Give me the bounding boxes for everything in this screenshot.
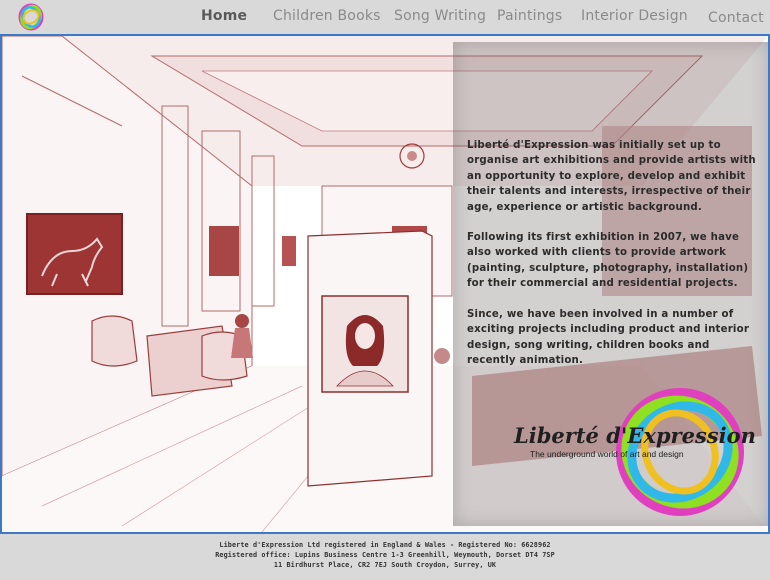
brand-name: Liberté d'Expression bbox=[514, 423, 756, 448]
nav-home[interactable]: Home bbox=[201, 8, 247, 24]
intro-paragraph-1: Liberté d'Expression was initially set u… bbox=[467, 140, 756, 213]
nav-paintings[interactable]: Paintings bbox=[497, 8, 562, 24]
nav-contact[interactable]: Contact bbox=[708, 10, 764, 26]
nav-song-writing[interactable]: Song Writing bbox=[394, 8, 486, 24]
logo-icon[interactable] bbox=[16, 2, 46, 32]
brand-tagline: The underground world of art and design bbox=[530, 449, 684, 459]
footer: Liberte d'Expression Ltd registered in E… bbox=[0, 534, 770, 580]
footer-registered-office: Registered office: Lupins Business Centr… bbox=[215, 551, 555, 559]
hero-frame: Liberté d'Expression was initially set u… bbox=[0, 34, 770, 534]
intro-paragraph-3: Since, we have been involved in a number… bbox=[467, 309, 750, 367]
footer-address: 11 Birdhurst Place, CR2 7EJ South Croydo… bbox=[273, 561, 497, 569]
nav-interior-design[interactable]: Interior Design bbox=[581, 8, 688, 24]
nav-children-books[interactable]: Children Books bbox=[273, 8, 381, 24]
intro-paragraph-2: Following its first exhibition in 2007, … bbox=[467, 232, 749, 290]
top-nav-bar: Home Children Books Song Writing Paintin… bbox=[0, 0, 770, 34]
footer-registration: Liberte d'Expression Ltd registered in E… bbox=[219, 541, 551, 549]
